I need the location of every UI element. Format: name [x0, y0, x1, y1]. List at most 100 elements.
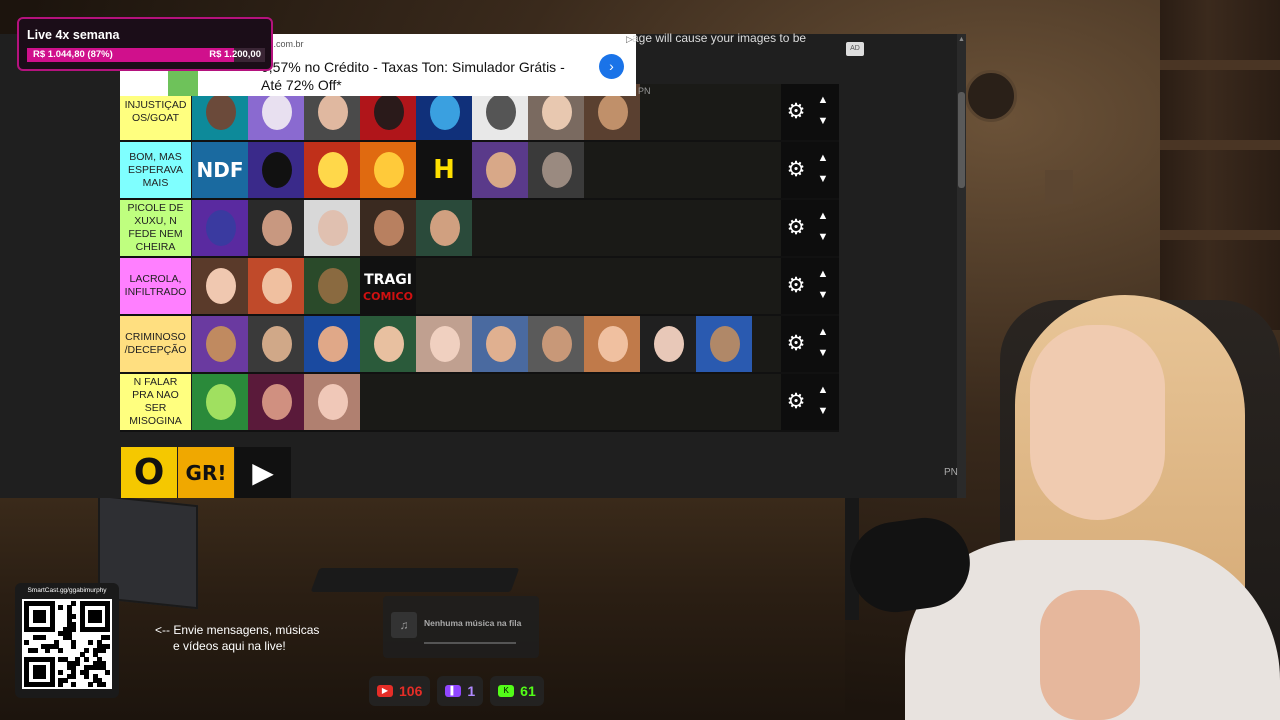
qr-message-line1: <-- Envie mensagens, músicas	[155, 623, 320, 637]
qr-cell	[84, 648, 89, 654]
kick-icon: K	[498, 685, 515, 697]
qr-widget: SmartCast.gg/ggabimurphy	[15, 583, 119, 698]
thumb-text: NDF	[196, 158, 244, 182]
youtube-icon: ▶	[377, 685, 393, 697]
scroll-thumb[interactable]	[958, 92, 965, 188]
move-down-icon[interactable]: ▼	[815, 173, 831, 185]
pn-label: PN	[944, 467, 958, 478]
qr-cell	[84, 673, 89, 679]
move-up-icon[interactable]: ▲	[815, 384, 831, 396]
move-down-icon[interactable]: ▼	[815, 405, 831, 417]
qr-cell	[71, 626, 77, 632]
tier-item[interactable]	[192, 374, 248, 430]
ad-title[interactable]: 0,57% no Crédito - Taxas Ton: Simulador …	[261, 58, 581, 94]
tier-item[interactable]: TRAGI COMICO	[360, 258, 416, 314]
qr-cell	[75, 661, 81, 666]
tier-item[interactable]	[528, 316, 584, 372]
tier-items: TRAGI COMICO	[192, 258, 416, 314]
move-up-icon[interactable]: ▲	[815, 152, 831, 164]
move-down-icon[interactable]: ▼	[815, 231, 831, 243]
tier-item[interactable]	[248, 374, 304, 430]
pool-item[interactable]: GR!	[178, 447, 234, 498]
goal-title: Live 4x semana	[27, 28, 120, 42]
tier-label[interactable]: LACROLA, INFILTRADO	[120, 258, 191, 314]
chevron-right-icon[interactable]: ›	[599, 54, 624, 79]
tier-row: BOM, MAS ESPERAVA MAIS NDF H ⚙ ▲ ▼	[120, 142, 839, 200]
qr-cell	[58, 605, 64, 611]
scroll-up-arrow[interactable]: ▲	[958, 36, 965, 43]
tier-item[interactable]	[360, 316, 416, 372]
qr-code	[22, 599, 112, 689]
tier-item[interactable]	[192, 200, 248, 256]
kick-counter: K 61	[490, 676, 544, 706]
pool-item[interactable]: ▶	[235, 447, 291, 498]
move-down-icon[interactable]: ▼	[815, 289, 831, 301]
move-up-icon[interactable]: ▲	[815, 268, 831, 280]
streamer-hand	[1040, 590, 1140, 720]
tier-label[interactable]: CRIMINOSO /DECEPÇÃO	[120, 316, 191, 372]
move-up-icon[interactable]: ▲	[815, 210, 831, 222]
tier-item[interactable]	[304, 200, 360, 256]
streamer-face	[1030, 325, 1165, 520]
ad-badge: AD	[846, 42, 864, 56]
qr-cell	[105, 635, 111, 641]
tier-item[interactable]	[360, 142, 416, 198]
gear-icon[interactable]: ⚙	[785, 101, 807, 123]
tier-row: N FALAR PRA NAO SER MISOGINA ⚙ ▲ ▼	[120, 374, 839, 432]
tier-item[interactable]	[248, 258, 304, 314]
qr-cell	[101, 682, 107, 688]
tier-label[interactable]: BOM, MAS ESPERAVA MAIS	[120, 142, 191, 198]
wall-lamp	[1045, 170, 1073, 204]
qr-cell	[41, 618, 47, 624]
tier-item[interactable]	[472, 142, 528, 198]
thumb-text: O	[133, 452, 165, 493]
twitch-counter: ▌ 1	[437, 676, 484, 706]
tier-item[interactable]: H	[416, 142, 472, 198]
tier-controls: ⚙ ▲ ▼	[781, 84, 839, 140]
scrollbar[interactable]: ▲	[957, 34, 966, 498]
tier-item[interactable]	[248, 316, 304, 372]
tier-item[interactable]	[192, 258, 248, 314]
move-down-icon[interactable]: ▼	[815, 115, 831, 127]
tier-item[interactable]	[248, 200, 304, 256]
tier-item[interactable]	[584, 316, 640, 372]
tier-label[interactable]: PICOLE DE XUXU, N FEDE NEM CHEIRA	[120, 200, 191, 256]
gear-icon[interactable]: ⚙	[785, 333, 807, 355]
tier-item[interactable]	[416, 316, 472, 372]
qr-message-line2: e vídeos aqui na live!	[173, 639, 286, 653]
gear-icon[interactable]: ⚙	[785, 217, 807, 239]
tier-item[interactable]	[192, 316, 248, 372]
youtube-count: 106	[399, 683, 423, 699]
tier-controls: ⚙ ▲ ▼	[781, 200, 839, 256]
music-status: Nenhuma música na fila	[424, 618, 522, 628]
gear-icon[interactable]: ⚙	[785, 159, 807, 181]
gear-icon[interactable]: ⚙	[785, 391, 807, 413]
qr-cell	[105, 626, 111, 632]
qr-cell	[62, 678, 68, 684]
gear-icon[interactable]: ⚙	[785, 275, 807, 297]
tier-item[interactable]	[304, 142, 360, 198]
music-note-icon: ♫	[391, 612, 417, 638]
tier-item[interactable]	[416, 200, 472, 256]
qr-cell	[84, 656, 89, 662]
tier-item[interactable]: NDF	[192, 142, 248, 198]
tier-item[interactable]	[304, 258, 360, 314]
move-down-icon[interactable]: ▼	[815, 347, 831, 359]
tier-item[interactable]	[472, 316, 528, 372]
wall-clock	[965, 70, 1017, 122]
tier-item[interactable]	[696, 316, 752, 372]
tier-item[interactable]	[248, 142, 304, 198]
tier-item[interactable]	[304, 374, 360, 430]
tier-item[interactable]	[640, 316, 696, 372]
qr-cell	[58, 669, 64, 675]
tier-item[interactable]	[304, 316, 360, 372]
desk-keyboard	[310, 568, 520, 592]
goal-current: R$ 1.044,80 (87%)	[33, 49, 113, 60]
tier-label[interactable]: N FALAR PRA NAO SER MISOGINA	[120, 374, 191, 430]
qr-cell	[96, 618, 102, 624]
pool-item[interactable]: O	[121, 447, 177, 498]
tier-item[interactable]	[528, 142, 584, 198]
move-up-icon[interactable]: ▲	[815, 326, 831, 338]
tier-item[interactable]	[360, 200, 416, 256]
move-up-icon[interactable]: ▲	[815, 94, 831, 106]
